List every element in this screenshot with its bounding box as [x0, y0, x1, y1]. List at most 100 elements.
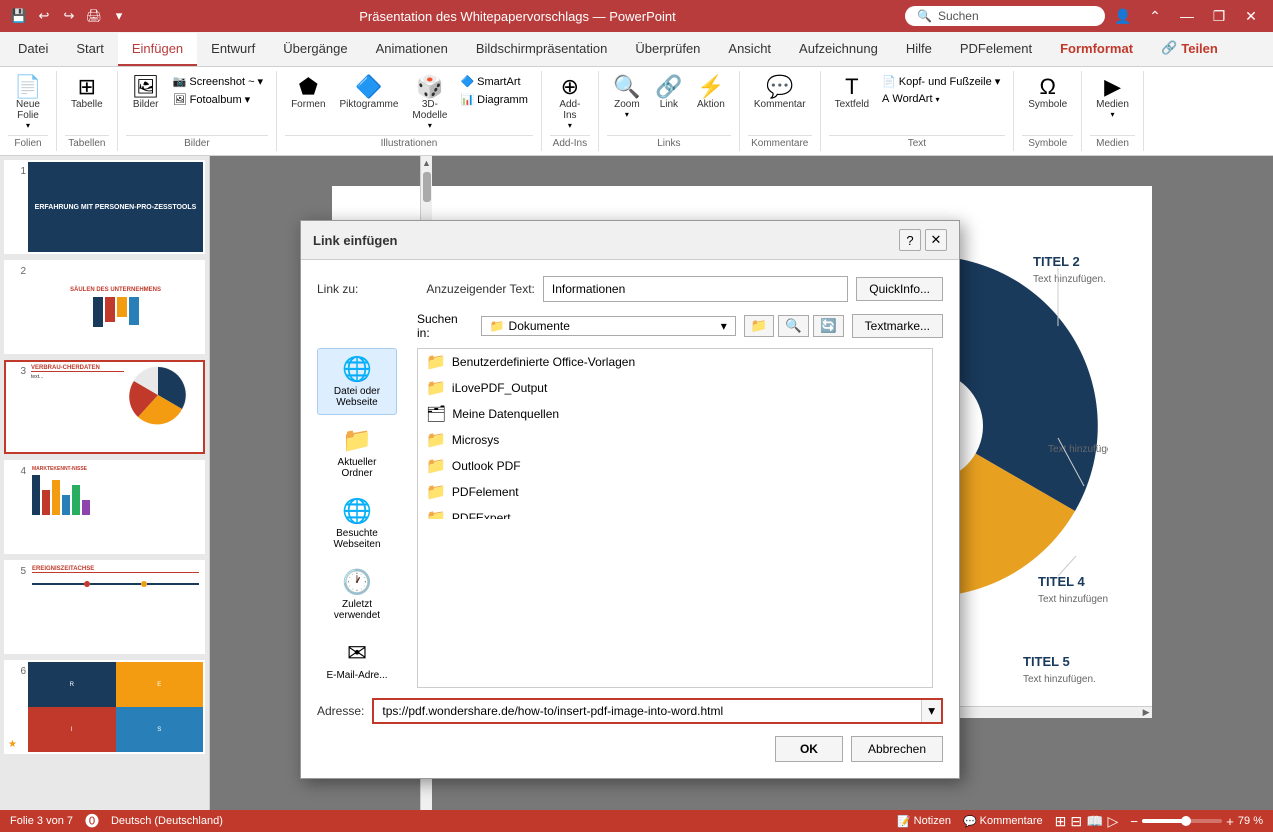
title-bar-center: Präsentation des Whitepapervorschlags — … — [130, 9, 905, 24]
file-item-7[interactable]: 📁 PDFExpert — [418, 505, 932, 519]
zoom-out-button[interactable]: − — [1130, 814, 1138, 829]
undo-icon[interactable]: ↩ — [33, 5, 55, 27]
wordart-button[interactable]: A WordArt ▾ — [877, 91, 1005, 107]
user-icon[interactable]: 👤 — [1109, 2, 1137, 30]
symbole-button[interactable]: Ω Symbole — [1022, 73, 1073, 113]
anzeige-text-row: Link zu: Anzuzeigender Text: QuickInfo..… — [317, 276, 943, 302]
tab-entwurf[interactable]: Entwurf — [197, 33, 269, 66]
redo-icon[interactable]: ↪ — [58, 5, 80, 27]
sidebar-zuletzt-verwendet[interactable]: 🕐 Zuletztverwendet — [317, 561, 397, 628]
restore-button[interactable]: ❐ — [1205, 2, 1233, 30]
browse-button[interactable]: 📁 — [744, 315, 775, 337]
ribbon-toggle[interactable]: ⌃ — [1141, 2, 1169, 30]
sidebar-datei-webseite[interactable]: 🌐 Datei oderWebseite — [317, 348, 397, 415]
minimize-button[interactable]: — — [1173, 2, 1201, 30]
accessibility-icon[interactable]: ⓿ — [85, 811, 99, 831]
formen-button[interactable]: ⬟ Formen — [285, 73, 331, 113]
sorter-view-button[interactable]: ⊟ — [1070, 813, 1082, 830]
tab-datei[interactable]: Datei — [4, 33, 62, 66]
slide-thumb-5[interactable]: 5 EREIGNISZEITACHSE — [4, 560, 205, 654]
tabelle-button[interactable]: ⊞ Tabelle — [65, 73, 109, 113]
link-dialog[interactable]: Link einfügen ? ✕ Link zu: Anzuzeigender… — [300, 220, 960, 779]
tab-einfuegen[interactable]: Einfügen — [118, 33, 197, 66]
textfeld-button[interactable]: T Textfeld — [829, 73, 875, 113]
ok-button[interactable]: OK — [775, 736, 843, 762]
address-dropdown-button[interactable]: ▾ — [921, 700, 941, 722]
zoom-button[interactable]: 🔍 Zoom ▾ — [607, 73, 647, 122]
sidebar-besuchte-webseiten[interactable]: 🌐 BesuchteWebseiten — [317, 490, 397, 557]
cancel-button[interactable]: Abbrechen — [851, 736, 943, 762]
svg-text:Text hinzufügen.: Text hinzufügen. — [1023, 674, 1096, 685]
3d-modelle-button[interactable]: 🎲 3D-Modelle ▾ — [406, 73, 453, 133]
tab-hilfe[interactable]: Hilfe — [892, 33, 946, 66]
textmarke-button[interactable]: Textmarke... — [852, 314, 943, 338]
reading-view-button[interactable]: 📖 — [1086, 813, 1103, 830]
aktion-button[interactable]: ⚡ Aktion — [691, 73, 731, 113]
kopf-fusszeile-button[interactable]: 📄 Kopf- und Fußzeile ▾ — [877, 73, 1005, 90]
neue-folie-button[interactable]: 📄 NeueFolie ▾ — [8, 73, 48, 133]
file-item-6[interactable]: 📁 PDFelement — [418, 479, 932, 505]
suchen-in-dropdown[interactable]: ▾ — [721, 319, 727, 333]
save-icon[interactable]: 💾 — [8, 5, 30, 27]
scrollbar-right-icon[interactable]: ▶ — [1143, 707, 1150, 718]
tab-teilen[interactable]: 🔗 Teilen — [1147, 32, 1232, 66]
bilder-button[interactable]: 🖼 Bilder — [126, 73, 166, 113]
address-input[interactable] — [374, 700, 921, 722]
diagramm-button[interactable]: 📊 Diagramm — [455, 91, 532, 108]
close-button[interactable]: ✕ — [1237, 2, 1265, 30]
zoom-in-button[interactable]: + — [1226, 814, 1234, 829]
medien-button[interactable]: ▶ Medien ▾ — [1090, 73, 1135, 122]
link-button[interactable]: 🔗 Link — [649, 73, 689, 113]
add-ins-button[interactable]: ⊕ Add-Ins ▾ — [550, 73, 590, 133]
refresh-button[interactable]: 🔄 — [813, 315, 844, 337]
kommentare-button[interactable]: 💬 Kommentare — [963, 815, 1043, 828]
slide-thumb-1[interactable]: 1 ERFAHRUNG MIT PERSONEN-PRO-ZESSTOOLS — [4, 160, 205, 254]
tab-ueberpruefen[interactable]: Überprüfen — [621, 33, 714, 66]
screenshot-button[interactable]: 📷 Screenshot ~ ▾ — [168, 73, 268, 90]
quickinfo-button[interactable]: QuickInfo... — [856, 277, 943, 301]
piktogramme-button[interactable]: 🔷 Piktogramme — [334, 73, 405, 113]
notizen-button[interactable]: 📝 Notizen — [897, 815, 951, 828]
tab-bildschirmpraesentation[interactable]: Bildschirmpräsentation — [462, 33, 622, 66]
tab-ansicht[interactable]: Ansicht — [714, 33, 785, 66]
dialog-close-button[interactable]: ✕ — [925, 229, 947, 251]
sidebar-email-adresse[interactable]: ✉ E-Mail-Adre... — [317, 632, 397, 688]
anzeige-text-input[interactable] — [543, 276, 848, 302]
file-item-4[interactable]: 📁 Microsys — [418, 427, 932, 453]
scrollbar-thumb-v[interactable] — [423, 172, 431, 202]
print-icon[interactable]: 🖨 — [83, 5, 105, 27]
slide-thumb-2[interactable]: 2 SÄULEN DES UNTERNEHMENS — [4, 260, 205, 354]
zoom-slider[interactable] — [1142, 819, 1222, 823]
address-label: Adresse: — [317, 704, 364, 718]
file-item-3[interactable]: 🗂 Meine Datenquellen — [418, 401, 932, 427]
search-file-button[interactable]: 🔍 — [778, 315, 809, 337]
normal-view-button[interactable]: ⊞ — [1055, 813, 1067, 830]
tab-formformat[interactable]: Formformat — [1046, 33, 1147, 66]
presentation-view-button[interactable]: ▷ — [1108, 813, 1119, 830]
file-item-5[interactable]: 📁 Outlook PDF — [418, 453, 932, 479]
tab-animationen[interactable]: Animationen — [362, 33, 462, 66]
smartart-button[interactable]: 🔷 SmartArt — [455, 73, 532, 90]
slide-thumb-3[interactable]: 3 VERBRAU-CHERDATEN text... — [4, 360, 205, 454]
slide-thumb-4[interactable]: 4 MARKTEKENNT-NISSE — [4, 460, 205, 554]
file-item-1[interactable]: 📁 Benutzerdefinierte Office-Vorlagen — [418, 349, 932, 375]
kommentar-button[interactable]: 💬 Kommentar — [748, 73, 812, 113]
slide-thumb-6[interactable]: 6 R E I S ★ — [4, 660, 205, 754]
app-title: Präsentation des Whitepapervorschlags — … — [359, 9, 676, 24]
folder-icon-5: 📁 — [426, 456, 446, 476]
sidebar-aktueller-ordner[interactable]: 📁 AktuellerOrdner — [317, 419, 397, 486]
tab-aufzeichnung[interactable]: Aufzeichnung — [785, 33, 892, 66]
file-item-2[interactable]: 📁 iLovePDF_Output — [418, 375, 932, 401]
suchen-in-control[interactable]: 📁 Dokumente ▾ — [481, 316, 736, 336]
fotoalbum-button[interactable]: 🖼 Fotoalbum ▾ — [168, 91, 268, 108]
tab-pdfelement[interactable]: PDFelement — [946, 33, 1046, 66]
dropdown-icon[interactable]: ▾ — [108, 5, 130, 27]
scrollbar-up-icon[interactable]: ▲ — [422, 158, 431, 168]
tab-start[interactable]: Start — [62, 33, 117, 66]
smartart-icon: 🔷 — [460, 75, 474, 88]
search-box[interactable]: 🔍 Suchen — [905, 6, 1105, 26]
zoom-thumb[interactable] — [1181, 816, 1191, 826]
title-bar-left: 💾 ↩ ↪ 🖨 ▾ — [8, 5, 130, 27]
dialog-help-button[interactable]: ? — [899, 229, 921, 251]
tab-uebergaenge[interactable]: Übergänge — [269, 33, 361, 66]
